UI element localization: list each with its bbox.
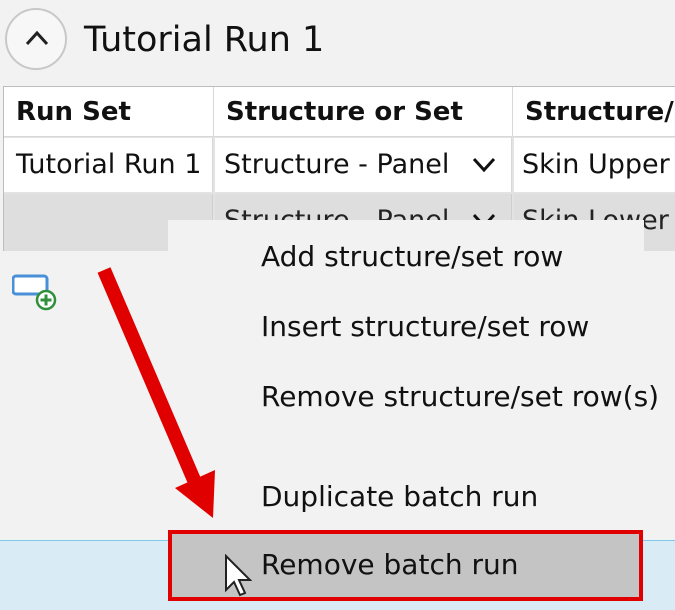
annotation-arrow-icon [97, 267, 215, 518]
mouse-cursor-icon [225, 554, 252, 597]
